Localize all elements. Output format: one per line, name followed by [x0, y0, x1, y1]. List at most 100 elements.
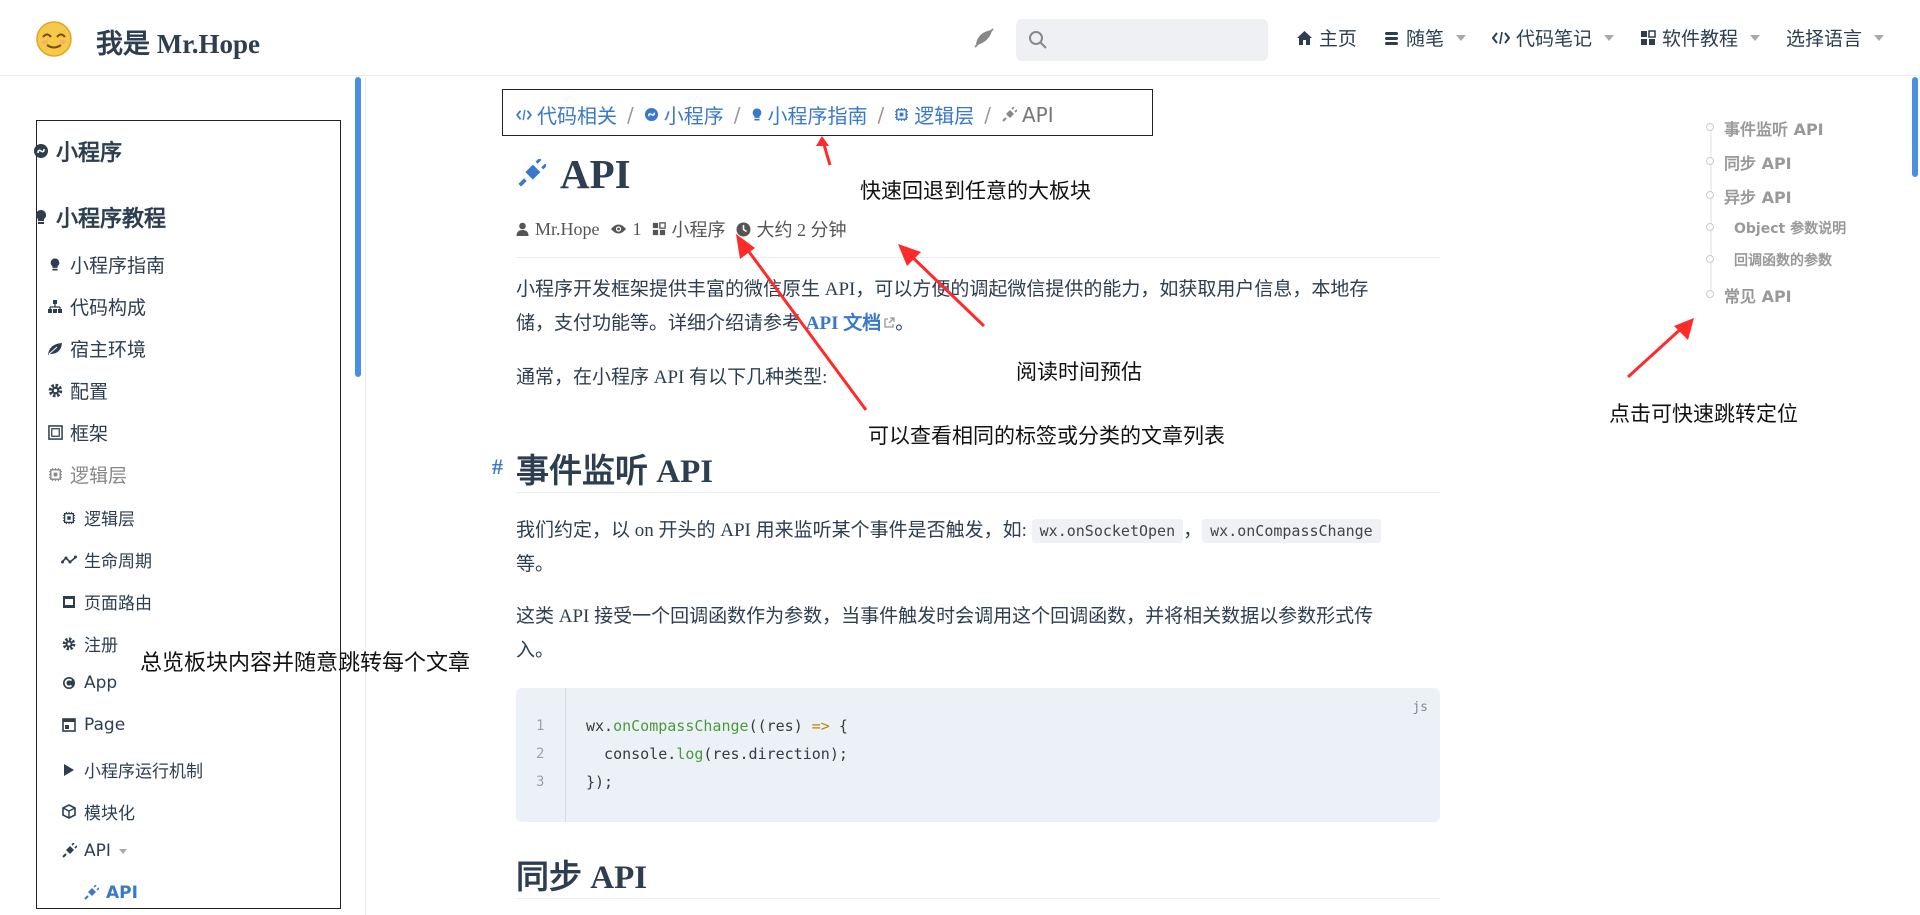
arrow-toc — [1626, 324, 1686, 379]
sidebar-item-label: 逻辑层 — [84, 510, 135, 530]
sidebar-item-label: API — [106, 883, 138, 903]
search-icon — [1029, 31, 1047, 49]
sidebar-item-guide[interactable]: 小程序指南 — [46, 251, 165, 278]
cube-icon — [60, 804, 78, 819]
toc-track — [1710, 124, 1712, 296]
nav-code-notes[interactable]: 代码笔记 — [1491, 24, 1614, 51]
sidebar-subitem-routing[interactable]: 页面路由 — [60, 589, 152, 614]
nav-software[interactable]: 软件教程 — [1640, 24, 1760, 51]
sidebar-subitem-modules[interactable]: 模块化 — [60, 799, 135, 824]
gear-icon — [60, 637, 78, 651]
sidebar-group-tutorial[interactable]: 小程序教程 — [32, 201, 166, 233]
sidebar-item-config[interactable]: 配置 — [46, 377, 108, 404]
bulb-icon — [751, 107, 763, 122]
annotation-category: 可以查看相同的标签或分类的文章列表 — [868, 424, 1225, 448]
sidebar-subitem-api[interactable]: API — [60, 841, 127, 861]
code-block: 1 2 3 wx.onCompassChange((res) => { cons… — [516, 688, 1440, 822]
eye-icon — [610, 223, 627, 235]
nav-essays[interactable]: 随笔 — [1383, 24, 1466, 51]
sidebar-item-structure[interactable]: 代码构成 — [46, 293, 146, 320]
intro-text: 储，支付功能等。详细介绍请参考 — [516, 313, 806, 334]
breadcrumb-label: 代码相关 — [537, 104, 617, 128]
breadcrumb-item-miniprogram[interactable]: 小程序 — [644, 100, 724, 129]
app-icon — [60, 676, 78, 690]
intro-paragraph-2: 通常，在小程序 API 有以下几种类型: — [516, 367, 828, 388]
miniprogram-icon — [644, 107, 659, 122]
sidebar-active-api[interactable]: API — [82, 883, 138, 903]
nav-software-label: 软件教程 — [1661, 28, 1738, 50]
meta-author[interactable]: Mr.Hope — [516, 219, 600, 240]
frame-icon — [46, 425, 64, 440]
plug-icon — [516, 159, 546, 189]
page-title-text: API — [560, 151, 631, 197]
breadcrumb-separator: / — [984, 102, 991, 127]
sidebar-subitem-register[interactable]: 注册 — [60, 631, 118, 656]
nav-language[interactable]: 选择语言 — [1786, 24, 1884, 51]
sidebar-scrollbar[interactable] — [355, 77, 361, 377]
sidebar-subitem-lifecycle[interactable]: 生命周期 — [60, 547, 152, 572]
toc-marker — [1706, 123, 1714, 131]
toc-item-events[interactable]: 事件监听 API — [1724, 116, 1824, 140]
bulb-icon — [46, 257, 64, 272]
intro-text: 小程序开发框架提供丰富的微信原生 API，可以方便的调起微信提供的能力，如获取用… — [516, 279, 1369, 300]
breadcrumb-label: 小程序 — [663, 104, 724, 128]
wave-icon — [60, 554, 78, 566]
annotation-breadcrumb: 快速回退到任意的大板块 — [860, 179, 1091, 203]
code-line: }); — [586, 773, 614, 791]
theme-toggle-icon[interactable] — [972, 26, 996, 50]
toc-item-object-params[interactable]: Object 参数说明 — [1734, 218, 1846, 238]
sidebar-item-label: 模块化 — [84, 804, 135, 824]
sidebar-item-label: 注册 — [84, 636, 118, 656]
breadcrumb-item-logic[interactable]: 逻辑层 — [894, 100, 974, 129]
code-token: onCompassChange — [613, 717, 749, 735]
nav-essays-label: 随笔 — [1405, 28, 1444, 50]
sidebar-subitem-app[interactable]: App — [60, 673, 117, 693]
meta-reading-time-label: 大约 2 分钟 — [756, 220, 847, 240]
callback-paragraph: 这类 API 接受一个回调函数作为参数，当事件触发时会调用这个回调函数，并将相关… — [516, 600, 1421, 668]
callback-text: 这类 API 接受一个回调函数作为参数，当事件触发时会调用这个回调函数，并将相关… — [516, 606, 1374, 627]
sidebar-subitem-page[interactable]: Page — [60, 715, 125, 735]
sidebar-item-label: 配置 — [70, 381, 109, 403]
sidebar-item-logic-layer[interactable]: 逻辑层 — [46, 461, 127, 488]
events-text: 等。 — [516, 554, 555, 575]
sidebar-item-label: 框架 — [70, 423, 109, 445]
sidebar-group-miniprogram[interactable]: 小程序 — [32, 135, 122, 167]
breadcrumb-item-guide[interactable]: 小程序指南 — [751, 100, 868, 129]
api-docs-link[interactable]: API 文档 — [806, 313, 895, 334]
nav-home[interactable]: 主页 — [1296, 24, 1357, 51]
breadcrumb-label: 小程序指南 — [767, 104, 868, 128]
external-link-icon — [884, 317, 895, 328]
sidebar-item-label: 逻辑层 — [70, 465, 128, 487]
sidebar-subitem-runtime[interactable]: 小程序运行机制 — [60, 757, 203, 782]
site-name[interactable]: 我是 Mr.Hope — [96, 22, 260, 61]
search-input[interactable] — [1016, 19, 1268, 61]
nav-language-label: 选择语言 — [1785, 28, 1862, 50]
sidebar-subitem-logic-layer[interactable]: 逻辑层 — [60, 505, 135, 530]
sidebar-item-host-env[interactable]: 宿主环境 — [46, 335, 146, 362]
meta-views: 1 — [610, 219, 642, 240]
annotation-reading-time: 阅读时间预估 — [1016, 360, 1142, 384]
gear-icon — [46, 383, 64, 398]
sidebar-item-label: App — [84, 673, 118, 693]
breadcrumb-label: 逻辑层 — [914, 104, 975, 128]
toc-item-sync[interactable]: 同步 API — [1724, 150, 1792, 174]
code-token: console. — [586, 745, 677, 763]
page-icon — [60, 718, 78, 732]
sidebar-item-framework[interactable]: 框架 — [46, 419, 108, 446]
meta-category[interactable]: 小程序 — [652, 216, 726, 242]
toc-item-common[interactable]: 常见 API — [1724, 283, 1792, 307]
toc-item-async[interactable]: 异步 API — [1724, 184, 1792, 208]
breadcrumb-item-code[interactable]: 代码相关 — [516, 100, 617, 129]
code-token: (res.direction); — [703, 745, 848, 763]
line-number: 3 — [536, 774, 545, 790]
toc-item-callback-params[interactable]: 回调函数的参数 — [1734, 250, 1832, 270]
nav-home-label: 主页 — [1318, 28, 1357, 50]
meta-reading-time: 大约 2 分钟 — [736, 216, 847, 242]
page-scrollbar[interactable] — [1912, 77, 1918, 177]
line-number: 2 — [536, 746, 545, 762]
heading-anchor[interactable]: # — [492, 454, 503, 480]
breadcrumb-separator: / — [733, 102, 741, 127]
site-logo-icon[interactable] — [34, 18, 74, 58]
toc-marker — [1706, 157, 1714, 165]
code-token: => — [811, 717, 830, 735]
